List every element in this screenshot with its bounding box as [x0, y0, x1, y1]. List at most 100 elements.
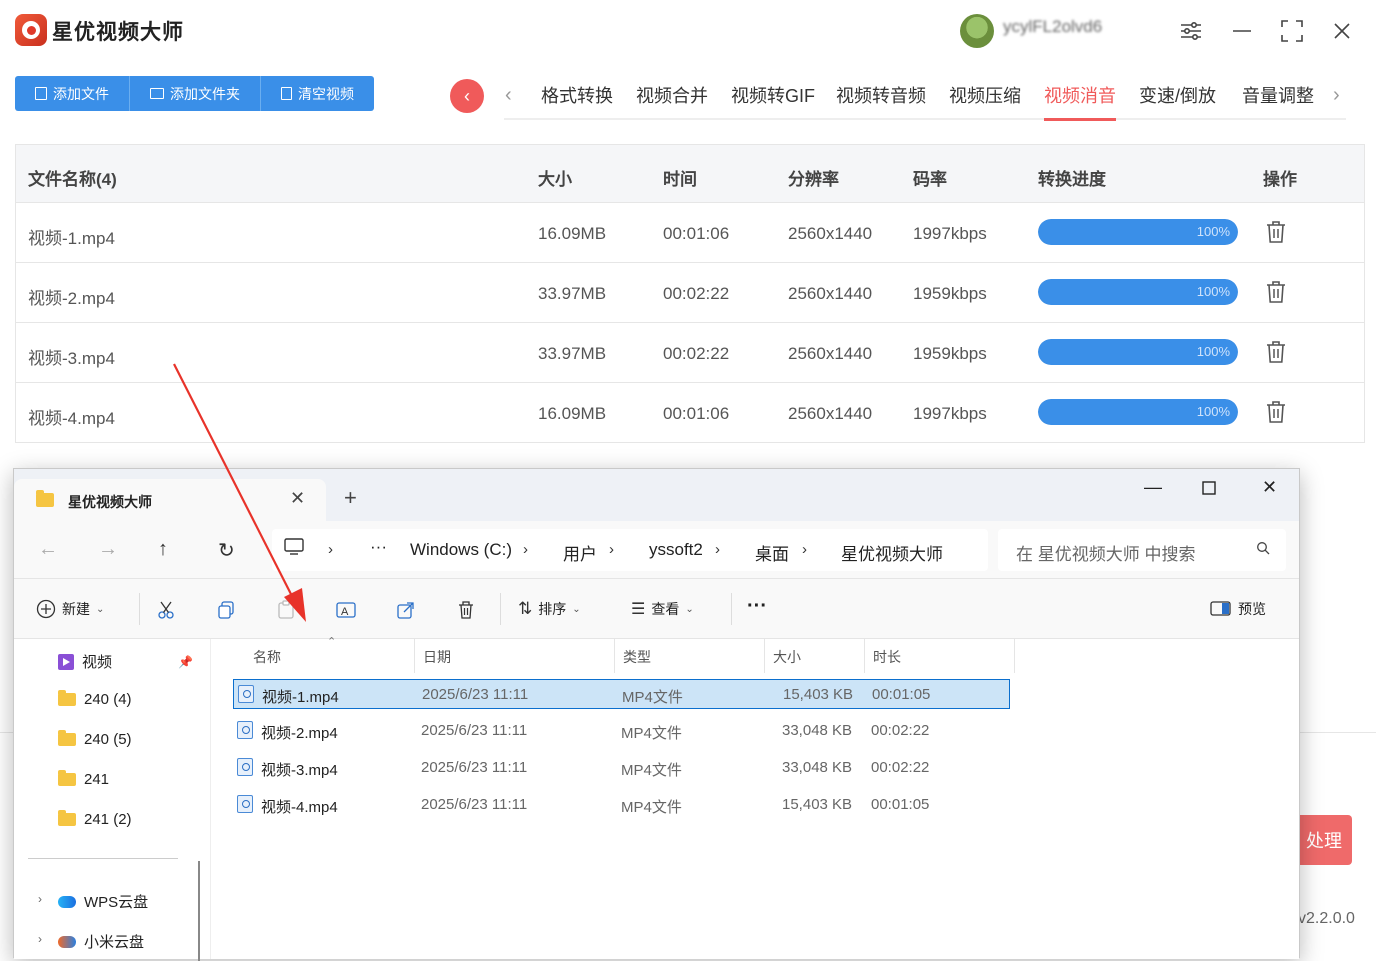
sidebar-item-241[interactable]: 241: [58, 770, 109, 788]
table-row[interactable]: 视频-2.mp4 33.97MB 00:02:22 2560x1440 1959kbps…: [16, 263, 1364, 323]
file-duration: 00:01:05: [872, 686, 931, 703]
sidebar-item-wps-cloud[interactable]: › WPS云盘: [38, 891, 149, 912]
more-crumbs-icon[interactable]: ···: [370, 537, 387, 557]
tab-speed-reverse[interactable]: 变速/倒放: [1139, 82, 1216, 108]
file-row[interactable]: 视频-3.mp4 2025/6/23 11:11 MP4文件 33,048 KB 00:…: [233, 753, 1010, 783]
back-circle-button[interactable]: ‹: [450, 79, 484, 113]
pc-icon[interactable]: [284, 538, 304, 561]
view-button[interactable]: ☰ 查看 ⌄: [631, 599, 694, 619]
explorer-minimize-icon[interactable]: —: [1144, 477, 1162, 498]
share-icon[interactable]: [394, 598, 418, 622]
column-divider[interactable]: [764, 639, 765, 673]
rename-icon[interactable]: A: [334, 598, 358, 622]
sidebar-scrollbar[interactable]: [198, 861, 200, 961]
column-name[interactable]: 名称: [253, 647, 281, 667]
tab-volume-adjust[interactable]: 音量调整: [1242, 82, 1314, 108]
tab-video-to-gif[interactable]: 视频转GIF: [731, 82, 815, 108]
username[interactable]: ycylFL2olvd6: [1003, 17, 1102, 37]
delete-icon[interactable]: [454, 598, 478, 622]
file-duration: 00:02:22: [871, 722, 930, 739]
separator: [500, 593, 501, 625]
column-size[interactable]: 大小: [773, 647, 801, 667]
column-divider[interactable]: [614, 639, 615, 673]
pin-icon[interactable]: 📌: [178, 655, 193, 669]
explorer-maximize-icon[interactable]: [1202, 479, 1216, 500]
delete-row-icon[interactable]: [1266, 280, 1286, 304]
minimize-icon[interactable]: [1227, 16, 1257, 46]
column-type[interactable]: 类型: [623, 647, 651, 667]
expand-chevron-icon[interactable]: ›: [38, 892, 42, 906]
tab-video-mute[interactable]: 视频消音: [1044, 82, 1116, 121]
column-divider[interactable]: [864, 639, 865, 673]
column-duration[interactable]: 时长: [873, 647, 901, 667]
crumb-folder[interactable]: 星优视频大师: [841, 540, 943, 565]
progress-bar: 100%: [1038, 339, 1238, 365]
search-input[interactable]: 在 星优视频大师 中搜索: [998, 529, 1286, 571]
file-date: 2025/6/23 11:11: [421, 796, 528, 813]
back-arrow-icon[interactable]: ←: [38, 538, 58, 561]
preview-button[interactable]: 预览: [1210, 599, 1266, 619]
sidebar-item-label: 240 (5): [84, 731, 132, 748]
file-row[interactable]: 视频-4.mp4 2025/6/23 11:11 MP4文件 15,403 KB 00:…: [233, 790, 1010, 820]
sidebar-item-mi-cloud[interactable]: › 小米云盘: [38, 931, 144, 952]
paste-icon[interactable]: [274, 598, 298, 622]
chevron-right-icon: ›: [715, 541, 720, 558]
delete-row-icon[interactable]: [1266, 400, 1286, 424]
close-icon[interactable]: [1327, 16, 1357, 46]
cell-size: 33.97MB: [538, 344, 607, 363]
explorer-tab[interactable]: 星优视频大师 ✕: [14, 479, 326, 521]
tab-video-compress[interactable]: 视频压缩: [949, 82, 1021, 108]
crumb-drive[interactable]: Windows (C:): [410, 540, 512, 560]
chevron-right-icon: ›: [523, 541, 528, 558]
column-divider[interactable]: [1014, 639, 1015, 673]
address-bar[interactable]: › ··· Windows (C:) › 用户 › yssoft2 › 桌面 ›…: [272, 529, 988, 571]
sidebar-item-241-2[interactable]: 241 (2): [58, 810, 132, 828]
table-row[interactable]: 视频-1.mp4 16.09MB 00:01:06 2560x1440 1997kbps…: [16, 203, 1364, 263]
file-size: 15,403 KB: [783, 686, 854, 703]
sidebar-item-240-4[interactable]: 240 (4): [58, 690, 132, 708]
sidebar-item-videos[interactable]: 视频 📌: [58, 651, 193, 672]
add-folder-button[interactable]: 添加文件夹: [130, 76, 261, 111]
delete-row-icon[interactable]: [1266, 340, 1286, 364]
user-avatar[interactable]: [960, 14, 994, 48]
new-tab-button[interactable]: +: [344, 487, 357, 509]
sort-button[interactable]: ⇅ 排序 ⌄: [518, 599, 581, 619]
crumb-desktop[interactable]: 桌面: [755, 540, 789, 565]
crumb-users[interactable]: 用户: [563, 540, 597, 565]
maximize-icon[interactable]: [1277, 16, 1307, 46]
new-button[interactable]: 新建 ⌄: [36, 599, 104, 619]
table-row[interactable]: 视频-3.mp4 33.97MB 00:02:22 2560x1440 1959kbps…: [16, 323, 1364, 383]
settings-sliders-icon[interactable]: [1176, 16, 1206, 46]
search-placeholder: 在 星优视频大师 中搜索: [1016, 545, 1196, 564]
file-row[interactable]: 视频-2.mp4 2025/6/23 11:11 MP4文件 33,048 KB 00:…: [233, 716, 1010, 746]
refresh-icon[interactable]: ↻: [218, 538, 235, 563]
sidebar-item-240-5[interactable]: 240 (5): [58, 730, 132, 748]
more-options-button[interactable]: ···: [747, 595, 767, 618]
forward-arrow-icon[interactable]: →: [98, 538, 118, 561]
cell-bitrate: 1997kbps: [913, 224, 987, 243]
column-date[interactable]: 日期: [423, 647, 451, 667]
sidebar-item-label: WPS云盘: [84, 894, 149, 911]
cell-filename: 视频-3.mp4: [28, 349, 115, 368]
up-arrow-icon[interactable]: ↑: [158, 538, 168, 561]
sidebar-item-label: 240 (4): [84, 691, 132, 708]
clear-videos-button[interactable]: 清空视频: [261, 76, 374, 111]
column-divider[interactable]: [414, 639, 415, 673]
expand-chevron-icon[interactable]: ›: [38, 932, 42, 946]
tab-video-to-audio[interactable]: 视频转音频: [836, 82, 926, 108]
cut-icon[interactable]: [154, 598, 178, 622]
file-name: 视频-4.mp4: [261, 799, 338, 816]
crumb-user[interactable]: yssoft2: [649, 540, 703, 560]
explorer-close-icon[interactable]: ✕: [1262, 477, 1277, 498]
add-file-button[interactable]: 添加文件: [15, 76, 130, 111]
delete-row-icon[interactable]: [1266, 220, 1286, 244]
file-duration: 00:01:05: [871, 796, 930, 813]
tab-format-convert[interactable]: 格式转换: [541, 82, 613, 108]
tab-close-icon[interactable]: ✕: [290, 488, 305, 509]
file-row[interactable]: 视频-1.mp4 2025/6/23 11:11 MP4文件 15,403 KB 00:…: [233, 679, 1010, 709]
mi-cloud-icon: [58, 935, 76, 948]
copy-icon[interactable]: [214, 598, 238, 622]
table-row[interactable]: 视频-4.mp4 16.09MB 00:01:06 2560x1440 1997kbps…: [16, 383, 1364, 443]
chevron-right-icon: ›: [609, 541, 614, 558]
tab-video-merge[interactable]: 视频合并: [636, 82, 708, 108]
